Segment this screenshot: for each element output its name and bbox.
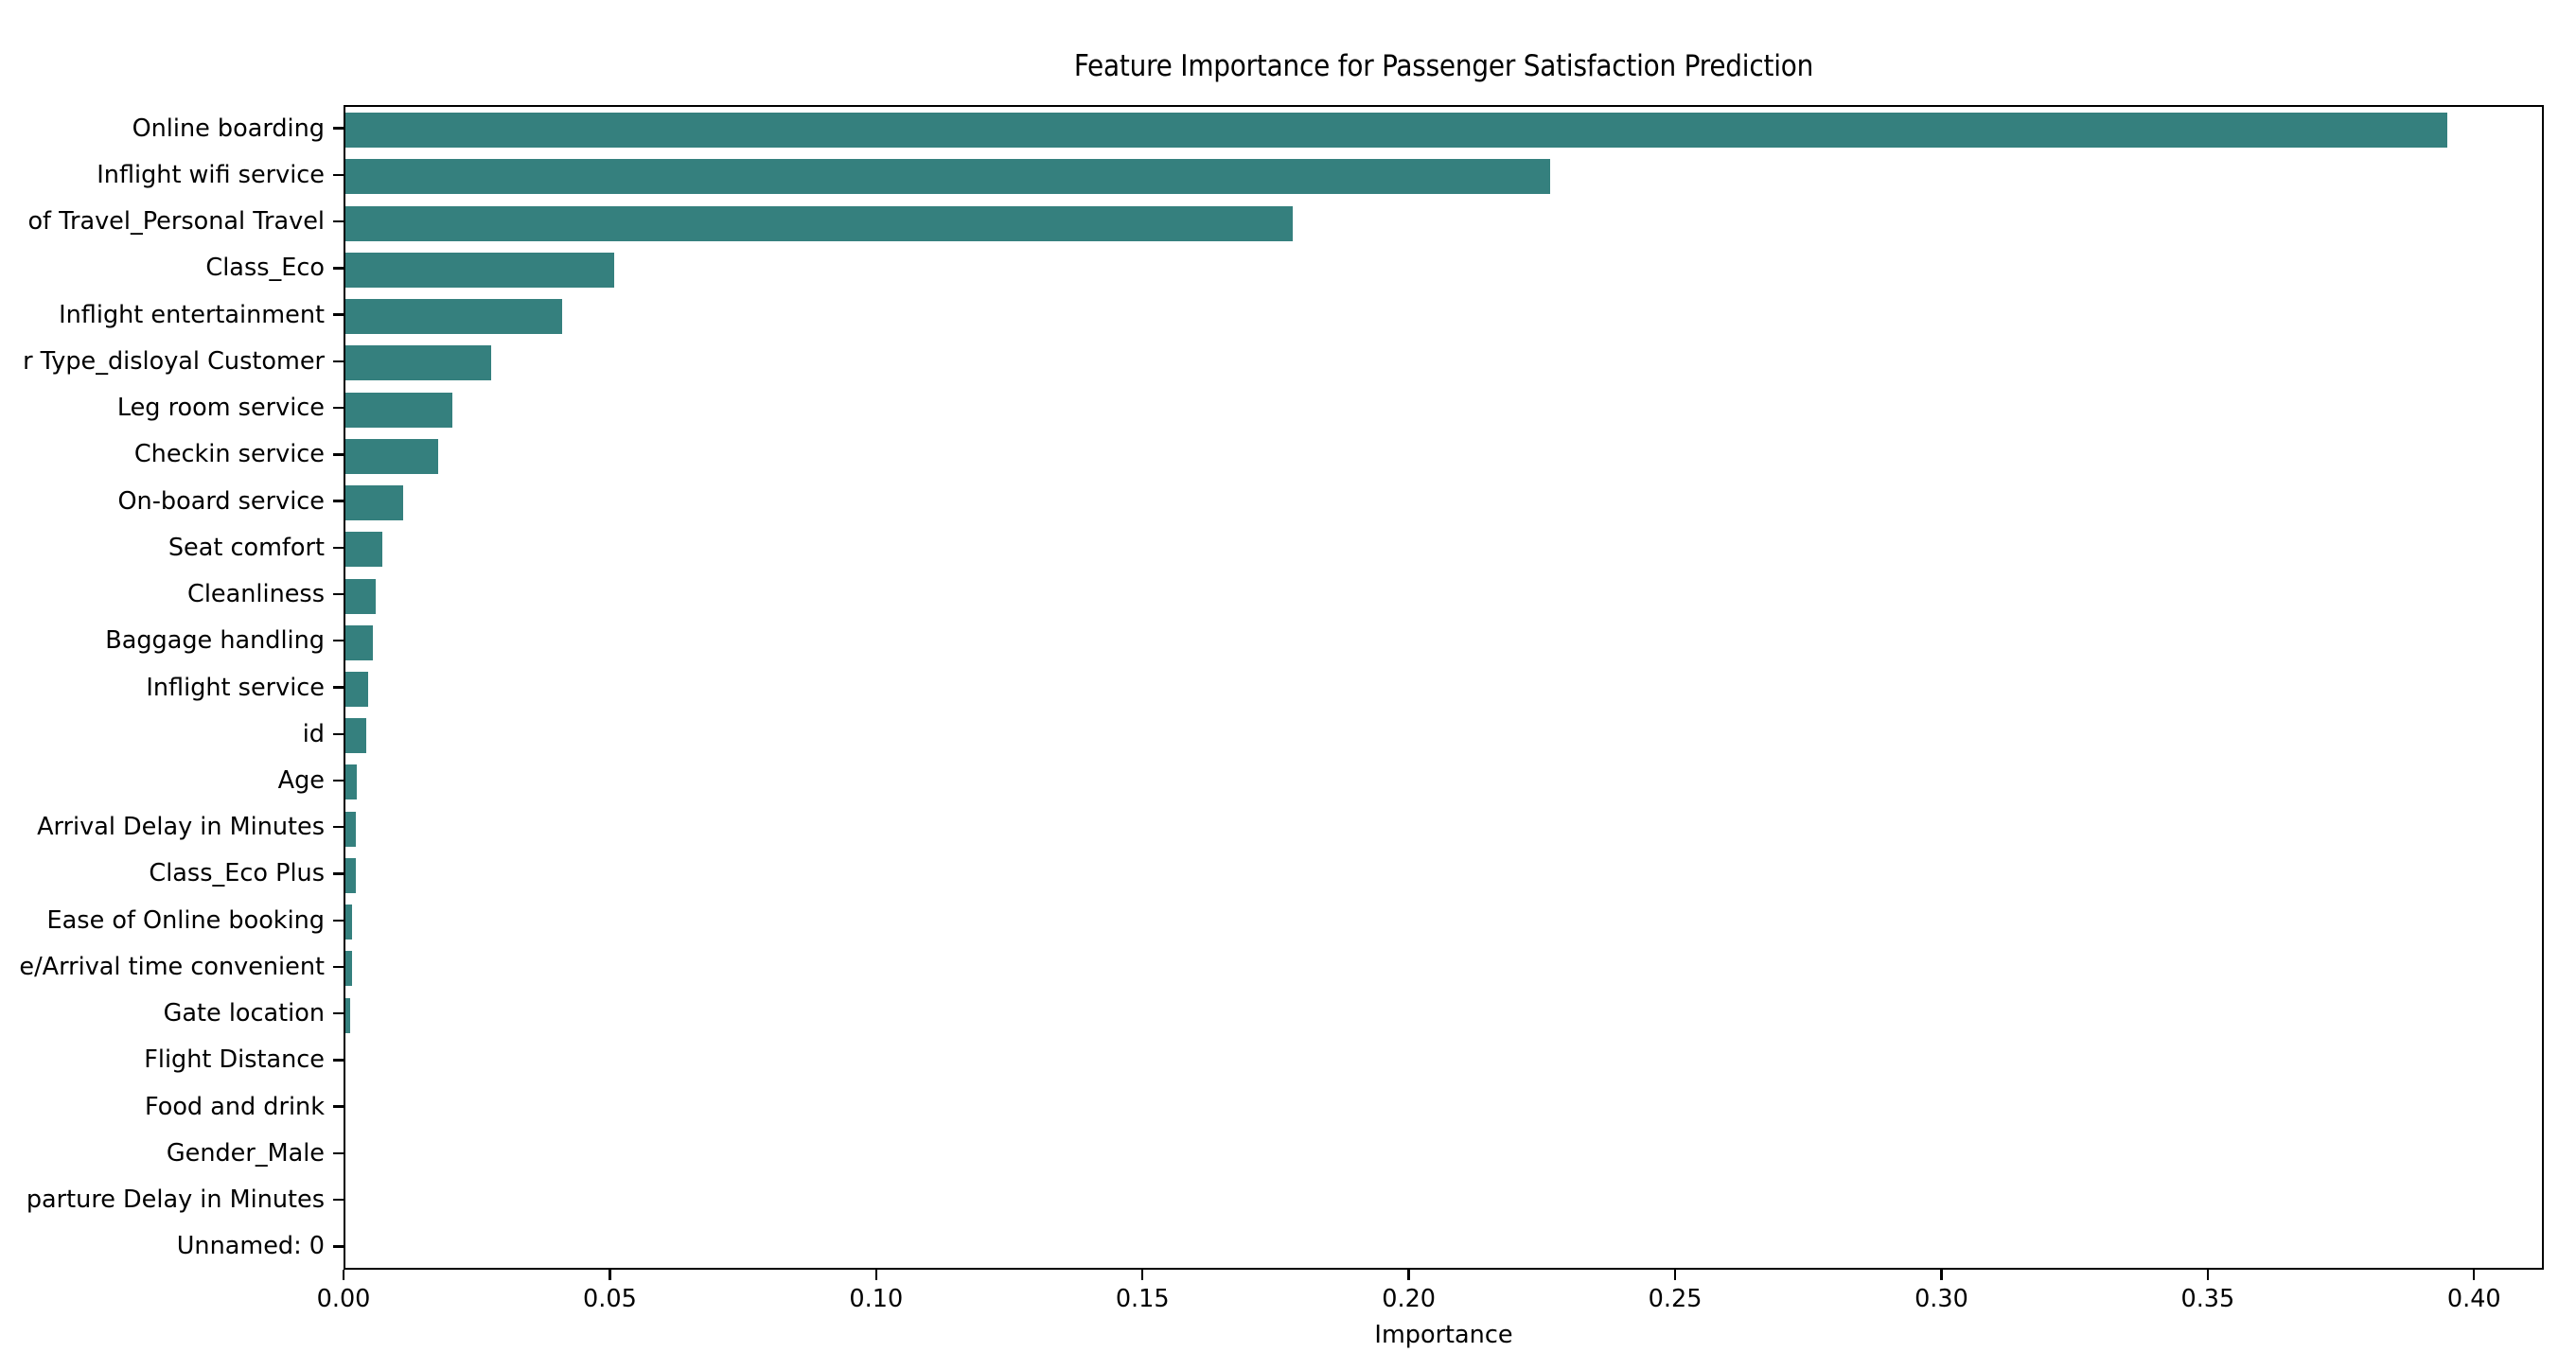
y-tick-mark: [333, 360, 344, 363]
bar: [345, 345, 492, 381]
x-tick-mark: [874, 1270, 878, 1280]
y-tick-label: Inflight wifi service: [97, 160, 325, 189]
x-tick-label: 0.40: [2446, 1285, 2501, 1313]
y-tick-label: e/Arrival time convenient: [19, 952, 325, 981]
x-tick-mark: [609, 1270, 611, 1280]
y-tick-label: Checkin service: [133, 440, 325, 469]
y-tick-label: Gate location: [163, 999, 325, 1028]
chart-title: Feature Importance for Passenger Satisfa…: [1073, 49, 1814, 83]
x-tick-label: 0.15: [1115, 1285, 1170, 1313]
y-tick-label: Seat comfort: [168, 533, 325, 562]
y-tick-mark: [333, 173, 344, 177]
y-tick-label: of Travel_Personal Travel: [27, 207, 325, 237]
y-tick-label: Flight Distance: [144, 1045, 325, 1075]
plot-axes: [344, 105, 2544, 1270]
y-tick-mark: [333, 220, 344, 223]
y-tick-mark: [333, 779, 344, 782]
y-tick-mark: [333, 500, 344, 502]
x-tick-mark: [1141, 1270, 1144, 1280]
y-tick-mark: [333, 406, 344, 410]
y-tick-mark: [333, 1245, 344, 1248]
y-tick-label: r Type_disloyal Customer: [23, 346, 325, 376]
y-tick-label: Class_Eco Plus: [149, 859, 325, 888]
x-tick-label: 0.20: [1382, 1285, 1437, 1313]
bar: [345, 997, 350, 1033]
bar: [345, 718, 366, 754]
bar: [345, 205, 1293, 241]
y-tick-mark: [333, 1151, 344, 1155]
x-axis-label: Importance: [1374, 1321, 1513, 1349]
y-tick-label: Ease of Online booking: [46, 905, 325, 935]
y-tick-mark: [333, 453, 344, 456]
bar: [345, 113, 2447, 149]
y-tick-label: Food and drink: [144, 1092, 325, 1121]
x-tick-label: 0.30: [1914, 1285, 1968, 1313]
bar: [345, 252, 614, 288]
x-tick-label: 0.05: [583, 1285, 637, 1313]
x-tick-mark: [1673, 1270, 1677, 1280]
x-tick-mark: [2206, 1270, 2210, 1280]
bar: [345, 905, 352, 940]
y-tick-mark: [333, 313, 344, 316]
y-tick-mark: [333, 965, 344, 969]
bar: [345, 951, 352, 987]
x-tick-label: 0.00: [316, 1285, 371, 1313]
y-tick-label: Baggage handling: [105, 626, 325, 656]
y-tick-label: Arrival Delay in Minutes: [37, 813, 325, 842]
bar: [345, 672, 369, 707]
y-tick-mark: [333, 826, 344, 829]
y-tick-mark: [333, 546, 344, 549]
y-tick-mark: [333, 686, 344, 689]
bar: [345, 811, 357, 847]
x-tick-label: 0.10: [849, 1285, 904, 1313]
y-tick-mark: [333, 1105, 344, 1108]
y-tick-label: id: [302, 719, 325, 748]
y-tick-label: Leg room service: [116, 394, 325, 423]
y-tick-mark: [333, 1011, 344, 1015]
bar: [345, 485, 404, 521]
y-axis-tick-labels: Online boarding Inflight wifi service of T…: [0, 105, 344, 1270]
y-tick-label: Cleanliness: [187, 580, 325, 609]
y-tick-mark: [333, 127, 344, 130]
y-tick-label: Unnamed: 0: [176, 1232, 325, 1261]
x-tick-label: 0.35: [2180, 1285, 2235, 1313]
x-tick-label: 0.25: [1648, 1285, 1703, 1313]
y-tick-label: Age: [277, 765, 325, 795]
bar: [345, 764, 357, 800]
y-tick-label: parture Delay in Minutes: [26, 1186, 325, 1215]
y-tick-mark: [333, 640, 344, 642]
y-tick-mark: [333, 872, 344, 875]
y-tick-mark: [333, 919, 344, 922]
bar: [345, 532, 382, 568]
x-tick-mark: [1940, 1270, 1943, 1280]
y-tick-mark: [333, 732, 344, 735]
bar: [345, 392, 452, 428]
y-tick-mark: [333, 592, 344, 596]
bar: [345, 578, 377, 614]
y-tick-mark: [333, 267, 344, 270]
x-tick-mark: [342, 1270, 345, 1280]
y-tick-mark: [333, 1198, 344, 1202]
y-tick-label: Inflight entertainment: [59, 300, 325, 329]
bar: [345, 857, 357, 893]
bar: [345, 299, 562, 335]
y-tick-label: Inflight service: [146, 673, 325, 702]
x-tick-mark: [2473, 1270, 2476, 1280]
bar: [345, 159, 1550, 195]
y-tick-label: Class_Eco: [205, 254, 325, 283]
y-tick-label: Gender_Male: [166, 1138, 325, 1168]
y-tick-mark: [333, 1059, 344, 1062]
y-tick-label: On-board service: [117, 486, 325, 516]
x-tick-mark: [1407, 1270, 1410, 1280]
bar: [345, 624, 374, 660]
y-tick-label: Online boarding: [132, 114, 325, 143]
figure-canvas: Feature Importance for Passenger Satisfa…: [0, 0, 2576, 1370]
bar: [345, 438, 439, 474]
x-axis-tick-labels: 0.00 0.05 0.10 0.15 0.20 0.25 0.30 0.35 0.40: [0, 1270, 2576, 1370]
bars-container: [345, 107, 2542, 1268]
